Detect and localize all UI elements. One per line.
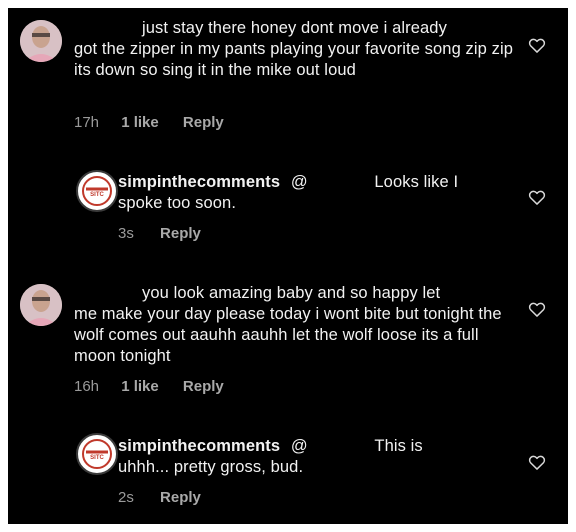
- avatar-photo: [20, 20, 62, 62]
- comment-meta: 17h 1 like Reply: [74, 114, 224, 132]
- comment-text-line: you look amazing baby and so happy let: [142, 284, 441, 302]
- comment-meta: 16h 1 like Reply: [74, 378, 224, 396]
- comment-body: just stay there honey dont move i alread…: [74, 18, 524, 81]
- sitc-logo: SITC: [82, 176, 112, 206]
- reply-body: simpinthecomments @ This is uhhh... pret…: [118, 436, 518, 478]
- user-avatar[interactable]: [20, 284, 62, 326]
- reply-time: 2s: [118, 489, 134, 506]
- reply-username[interactable]: simpinthecomments: [118, 437, 280, 455]
- mention[interactable]: @: [291, 437, 308, 455]
- comment-time: 17h: [74, 114, 100, 131]
- user-avatar[interactable]: [20, 20, 62, 62]
- reply-button[interactable]: Reply: [160, 489, 201, 506]
- logo-text: SITC: [90, 455, 104, 461]
- logo-text: SITC: [90, 192, 104, 198]
- avatar-photo: [20, 284, 62, 326]
- reply-text-line: Looks like I: [374, 173, 459, 191]
- heart-icon[interactable]: [527, 35, 547, 55]
- comment-time: 16h: [74, 378, 100, 395]
- reply-button[interactable]: Reply: [183, 378, 224, 395]
- comment-body: you look amazing baby and so happy let m…: [74, 283, 524, 367]
- reply-button[interactable]: Reply: [160, 225, 201, 242]
- likes-count[interactable]: 1 like: [121, 114, 159, 131]
- sitc-logo: SITC: [82, 439, 112, 469]
- likes-count[interactable]: 1 like: [121, 378, 159, 395]
- comments-panel: just stay there honey dont move i alread…: [8, 8, 568, 524]
- comment-text-line: just stay there honey dont move i alread…: [142, 19, 447, 37]
- reply-text: uhhh... pretty gross, bud.: [118, 458, 304, 476]
- reply-meta: 2s Reply: [118, 489, 201, 507]
- comment-text: me make your day please today i wont bit…: [74, 305, 502, 365]
- heart-icon[interactable]: [527, 299, 547, 319]
- reply-username[interactable]: simpinthecomments: [118, 173, 280, 191]
- reply-body: simpinthecomments @ Looks like I spoke t…: [118, 172, 518, 214]
- reply-time: 3s: [118, 225, 134, 242]
- reply-meta: 3s Reply: [118, 225, 201, 243]
- comment-text: got the zipper in my pants playing your …: [74, 40, 513, 79]
- reply-avatar[interactable]: SITC: [76, 433, 118, 475]
- mention[interactable]: @: [291, 173, 308, 191]
- heart-icon[interactable]: [527, 452, 547, 472]
- reply-button[interactable]: Reply: [183, 114, 224, 131]
- reply-avatar[interactable]: SITC: [76, 170, 118, 212]
- reply-text: spoke too soon.: [118, 194, 236, 212]
- heart-icon[interactable]: [527, 187, 547, 207]
- reply-text-line: This is: [374, 437, 423, 455]
